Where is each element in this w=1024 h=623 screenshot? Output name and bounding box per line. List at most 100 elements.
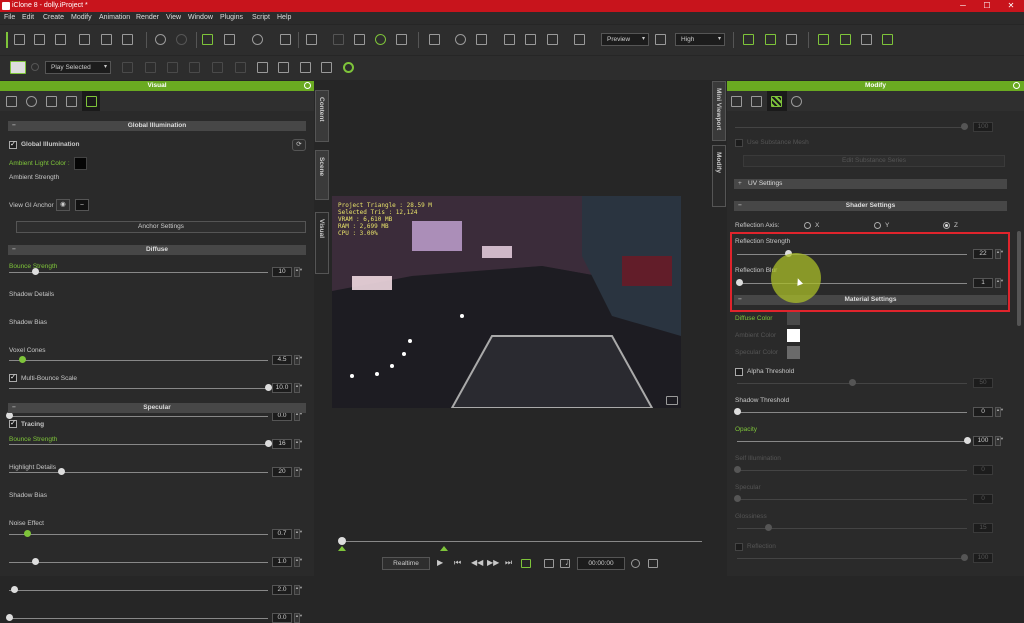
shadow-details-input[interactable]: 10.0	[272, 383, 292, 393]
lightning-icon[interactable]	[257, 62, 268, 73]
cube-icon[interactable]	[354, 34, 365, 45]
close-button[interactable]: ✕	[998, 0, 1024, 12]
tab-scene[interactable]: Scene	[315, 150, 329, 200]
timeline-toggle-icon[interactable]	[648, 559, 658, 568]
md-tool-3-icon[interactable]	[167, 62, 178, 73]
section-header-global-illumination[interactable]: − Global Illumination	[8, 121, 306, 131]
bounce-strength-spinner[interactable]: ▲▼	[294, 355, 303, 365]
specular-bounce-track[interactable]	[9, 534, 268, 535]
reset-icon[interactable]: ⟳	[292, 139, 306, 151]
alpha-threshold-checkbox[interactable]	[735, 368, 743, 376]
shadow-details-track[interactable]	[9, 388, 268, 389]
save-icon[interactable]	[55, 34, 66, 45]
shadow-details-slider[interactable]	[265, 384, 272, 391]
sliders-icon[interactable]	[731, 96, 742, 107]
highlight-details-slider[interactable]	[31, 558, 39, 565]
bounce-strength-slider[interactable]	[18, 356, 26, 363]
play-mode-dropdown[interactable]: Play Selected ▾	[45, 61, 111, 74]
md-options-icon[interactable]	[278, 62, 289, 73]
record-icon[interactable]	[343, 62, 354, 73]
3d-viewport[interactable]: Project Triangle : 28.59 M Selected Tris…	[332, 196, 681, 408]
to-start-icon[interactable]: ⏮	[454, 558, 461, 568]
edit-tool-icon[interactable]	[306, 34, 317, 45]
voxel-cones-track[interactable]	[9, 444, 268, 445]
voxel-cones-input[interactable]: 16	[272, 439, 292, 449]
panel-scrollbar[interactable]	[1017, 231, 1021, 326]
loop-icon[interactable]	[521, 559, 531, 568]
md-tool-1-icon[interactable]	[122, 62, 133, 73]
open-project-icon[interactable]	[34, 34, 45, 45]
ambient-strength-input[interactable]: 10	[272, 267, 292, 277]
menu-render[interactable]: Render	[136, 12, 159, 24]
menu-modify[interactable]: Modify	[71, 12, 92, 24]
tracing-checkbox[interactable]: ✓	[9, 420, 17, 428]
shadow-bias-slider[interactable]	[6, 412, 13, 419]
axis-x-radio[interactable]	[804, 222, 811, 229]
select-arrow-icon[interactable]	[202, 34, 213, 45]
maximize-button[interactable]: ☐	[974, 0, 1000, 12]
global-illumination-checkbox[interactable]: ✓	[9, 141, 17, 149]
menu-window[interactable]: Window	[188, 12, 213, 24]
atmosphere-icon[interactable]	[26, 96, 37, 107]
step-back-icon[interactable]: ◀◀	[471, 558, 483, 567]
voxel-cones-slider[interactable]	[265, 440, 272, 447]
multi-bounce-track[interactable]	[9, 472, 268, 473]
eye-icon[interactable]: ◉	[56, 199, 70, 211]
export-icon[interactable]	[101, 34, 112, 45]
camera-view-icon[interactable]	[429, 34, 440, 45]
highlight-details-input[interactable]: 1.0	[272, 557, 292, 567]
to-end-icon[interactable]: ⏭	[505, 558, 512, 568]
noise-effect-track[interactable]	[9, 618, 268, 619]
anchor-settings-button[interactable]: Anchor Settings	[16, 221, 306, 233]
md-toggle-icon[interactable]	[31, 63, 39, 71]
panel-pin-icon[interactable]	[304, 82, 311, 89]
ambient-strength-spinner[interactable]: ▲▼	[294, 267, 303, 277]
menu-file[interactable]: File	[4, 12, 15, 24]
specular-shadow-bias-slider[interactable]	[11, 586, 19, 593]
menu-script[interactable]: Script	[252, 12, 270, 24]
md-tool-4-icon[interactable]	[189, 62, 200, 73]
axis-y-radio[interactable]	[874, 222, 881, 229]
noise-effect-slider[interactable]	[6, 614, 13, 621]
minimize-button[interactable]: ─	[950, 0, 976, 12]
md-list-icon[interactable]	[321, 62, 332, 73]
flag-icon[interactable]	[840, 34, 851, 45]
opacity-input[interactable]: 100	[973, 436, 993, 446]
bounce-strength-track[interactable]	[9, 360, 268, 361]
checklist-icon[interactable]	[861, 34, 872, 45]
step-forward-icon[interactable]: ▶▶	[487, 558, 499, 567]
music-note-icon[interactable]: ♩	[565, 557, 574, 567]
tab-visual[interactable]: Visual	[315, 212, 329, 274]
opacity-slider[interactable]	[964, 437, 971, 444]
tab-content[interactable]: Content	[315, 90, 329, 142]
highlight-details-track[interactable]	[9, 562, 268, 563]
new-project-icon[interactable]	[14, 34, 25, 45]
active-tab[interactable]	[82, 91, 100, 111]
specular-color-swatch[interactable]	[787, 346, 800, 359]
menu-animation[interactable]: Animation	[99, 12, 130, 24]
shadow-threshold-input[interactable]: 0	[973, 407, 993, 417]
menu-plugins[interactable]: Plugins	[220, 12, 243, 24]
timeline-settings-icon[interactable]	[631, 559, 640, 568]
menu-create[interactable]: Create	[43, 12, 64, 24]
specular-shadow-bias-input[interactable]: 2.0	[272, 585, 292, 595]
section-header-diffuse[interactable]: − Diffuse	[8, 245, 306, 255]
dots-icon[interactable]	[574, 34, 585, 45]
folder-icon[interactable]	[66, 96, 77, 107]
active-tab[interactable]	[767, 91, 787, 111]
grid-icon[interactable]	[547, 34, 558, 45]
spline-icon[interactable]	[882, 34, 893, 45]
md-tool-2-icon[interactable]	[145, 62, 156, 73]
multi-bounce-checkbox[interactable]: ✓	[9, 374, 17, 382]
import-icon[interactable]	[79, 34, 90, 45]
md-tool-5-icon[interactable]	[212, 62, 223, 73]
subtitle-icon[interactable]	[544, 559, 554, 568]
specular-shadow-bias-track[interactable]	[9, 590, 268, 591]
viewport-caption-icon[interactable]	[666, 396, 678, 405]
align-icon[interactable]	[504, 34, 515, 45]
bounce-strength-input[interactable]: 4.5	[272, 355, 292, 365]
image-icon[interactable]	[46, 96, 57, 107]
section-header-specular[interactable]: − Specular	[8, 403, 306, 413]
timecode-field[interactable]: 00:00:00	[577, 557, 625, 570]
menu-view[interactable]: View	[166, 12, 181, 24]
